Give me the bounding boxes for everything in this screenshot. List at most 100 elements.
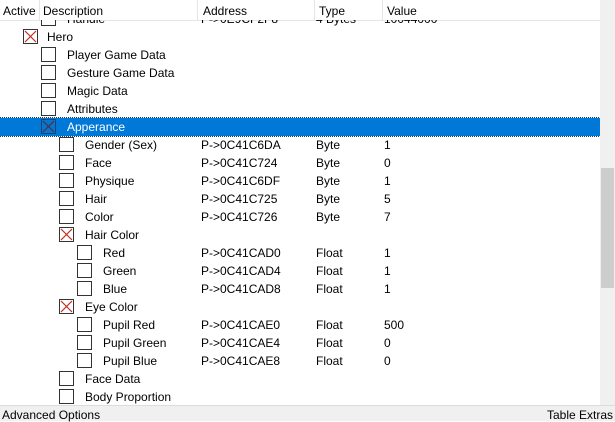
cross-check-icon <box>60 228 73 241</box>
table-row[interactable]: Blue P->0C41CAD8 Float 1 <box>0 280 600 298</box>
cheat-table: Active Description Address Type Value Ha… <box>0 0 615 405</box>
row-description: Hero <box>47 30 74 44</box>
vertical-scrollbar[interactable] <box>600 0 615 405</box>
row-description: Face Data <box>85 372 141 386</box>
active-checkbox[interactable] <box>41 65 56 80</box>
row-address: P->0C41CAD0 <box>201 246 281 260</box>
active-checkbox[interactable] <box>59 209 74 224</box>
table-row[interactable]: Face Data <box>0 370 600 388</box>
active-checkbox[interactable] <box>59 137 74 152</box>
active-checkbox[interactable] <box>59 191 74 206</box>
row-description: Red <box>103 246 126 260</box>
row-description: Gesture Game Data <box>67 66 175 80</box>
column-header-active[interactable]: Active <box>3 0 36 20</box>
active-checkbox[interactable] <box>77 353 92 368</box>
row-description: Hair <box>85 192 108 206</box>
row-value: 1 <box>384 264 391 278</box>
row-value: 1 <box>384 138 391 152</box>
column-divider[interactable] <box>197 0 198 20</box>
row-type: Float <box>316 354 343 368</box>
active-checkbox-checked[interactable] <box>59 227 74 242</box>
active-checkbox[interactable] <box>41 20 56 26</box>
row-address: P->0C41CAD4 <box>201 264 281 278</box>
table-row[interactable]: Eye Color <box>0 298 600 316</box>
row-description: Attributes <box>67 102 118 116</box>
column-header-address[interactable]: Address <box>203 0 247 20</box>
row-description: Physique <box>85 174 135 188</box>
table-row[interactable]: Pupil Blue P->0C41CAE8 Float 0 <box>0 352 600 370</box>
active-checkbox-checked[interactable] <box>59 299 74 314</box>
row-type: Float <box>316 318 343 332</box>
table-row[interactable]: Color P->0C41C726 Byte 7 <box>0 208 600 226</box>
row-type: Byte <box>316 210 341 224</box>
row-description: Face <box>85 156 112 170</box>
active-checkbox[interactable] <box>41 83 56 98</box>
table-header: Active Description Address Type Value <box>0 0 600 21</box>
table-row[interactable]: Handle P->0E9CF2F8 4 Bytes 10044000 <box>0 20 600 28</box>
row-value: 1 <box>384 246 391 260</box>
active-checkbox[interactable] <box>41 101 56 116</box>
active-checkbox[interactable] <box>77 245 92 260</box>
active-checkbox[interactable] <box>77 317 92 332</box>
row-type: Float <box>316 336 343 350</box>
row-description: Pupil Red <box>103 318 156 332</box>
row-address: P->0C41CAE0 <box>201 318 281 332</box>
row-description: Pupil Green <box>103 336 167 350</box>
active-checkbox[interactable] <box>77 281 92 296</box>
cross-check-icon <box>60 300 73 313</box>
cross-check-icon <box>24 30 37 43</box>
table-row[interactable]: Pupil Red P->0C41CAE0 Float 500 <box>0 316 600 334</box>
table-row[interactable]: Magic Data <box>0 82 600 100</box>
table-body: Handle P->0E9CF2F8 4 Bytes 10044000 Hero Play… <box>0 20 600 405</box>
table-row[interactable]: Player Game Data <box>0 46 600 64</box>
active-checkbox[interactable] <box>59 371 74 386</box>
table-row[interactable]: Hero <box>0 28 600 46</box>
row-type: Byte <box>316 138 341 152</box>
table-row[interactable]: Pupil Green P->0C41CAE4 Float 0 <box>0 334 600 352</box>
active-checkbox[interactable] <box>77 335 92 350</box>
active-checkbox[interactable] <box>59 389 74 404</box>
row-value: 500 <box>384 318 405 332</box>
row-address: P->0C41C726 <box>201 210 278 224</box>
row-value: 0 <box>384 354 391 368</box>
column-divider[interactable] <box>382 0 383 20</box>
table-row[interactable]: Face P->0C41C724 Byte 0 <box>0 154 600 172</box>
row-address: P->0C41CAD8 <box>201 282 281 296</box>
column-divider[interactable] <box>39 0 40 20</box>
column-header-type[interactable]: Type <box>319 0 345 20</box>
row-value: 0 <box>384 336 391 350</box>
active-checkbox[interactable] <box>41 47 56 62</box>
table-row[interactable]: Hair Color <box>0 226 600 244</box>
row-type: Float <box>316 264 343 278</box>
scrollbar-thumb[interactable] <box>601 168 614 288</box>
row-value: 0 <box>384 156 391 170</box>
row-description: Hair Color <box>85 228 140 242</box>
status-bar: Advanced Options Table Extras <box>0 405 615 422</box>
active-checkbox[interactable] <box>77 263 92 278</box>
table-row[interactable]: Hair P->0C41C725 Byte 5 <box>0 190 600 208</box>
active-checkbox-checked[interactable] <box>41 119 56 134</box>
column-divider[interactable] <box>314 0 315 20</box>
column-header-description[interactable]: Description <box>43 0 103 20</box>
table-row[interactable]: Attributes <box>0 100 600 118</box>
table-row[interactable]: Physique P->0C41C6DF Byte 1 <box>0 172 600 190</box>
row-value: 10044000 <box>384 20 437 28</box>
table-row[interactable]: Body Proportion <box>0 388 600 405</box>
table-row[interactable]: Apperance <box>0 117 600 137</box>
table-row[interactable]: Red P->0C41CAD0 Float 1 <box>0 244 600 262</box>
active-checkbox-checked[interactable] <box>23 29 38 44</box>
table-row[interactable]: Gesture Game Data <box>0 64 600 82</box>
active-checkbox[interactable] <box>59 155 74 170</box>
table-row[interactable]: Green P->0C41CAD4 Float 1 <box>0 262 600 280</box>
row-description: Blue <box>103 282 128 296</box>
table-row[interactable]: Gender (Sex) P->0C41C6DA Byte 1 <box>0 136 600 154</box>
row-description: Handle <box>67 20 105 28</box>
active-checkbox[interactable] <box>59 173 74 188</box>
column-header-value[interactable]: Value <box>387 0 417 20</box>
row-value: 7 <box>384 210 391 224</box>
row-address: P->0C41CAE8 <box>201 354 281 368</box>
row-type: 4 Bytes <box>316 20 356 28</box>
row-description: Magic Data <box>67 84 128 98</box>
row-type: Byte <box>316 174 341 188</box>
row-address: P->0C41CAE4 <box>201 336 281 350</box>
